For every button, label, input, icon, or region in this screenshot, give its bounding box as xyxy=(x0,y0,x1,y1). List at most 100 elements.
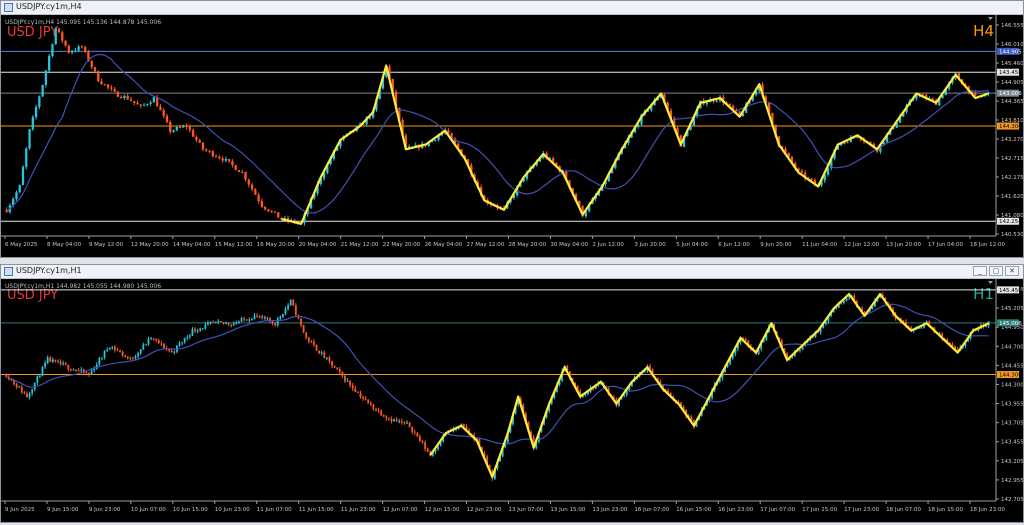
candle-body xyxy=(273,211,277,213)
candle-body xyxy=(241,172,244,174)
restore-button[interactable]: ▢ xyxy=(989,266,1003,276)
candle-body xyxy=(178,127,182,129)
candle-body xyxy=(305,332,308,338)
candle-body xyxy=(289,299,292,306)
candle-body xyxy=(67,364,70,370)
time-tick-label: 9 Jun 20:00 xyxy=(760,242,792,248)
candle-body xyxy=(101,357,103,359)
candle-body xyxy=(132,358,134,360)
candle-body xyxy=(318,350,321,354)
window-title-h4: USDJPY.cy1m,H4 xyxy=(16,2,82,11)
candle-body xyxy=(920,327,923,329)
time-tick-label: 17 Jun 15:00 xyxy=(802,507,837,513)
candle-body xyxy=(192,130,195,137)
candle-body xyxy=(67,45,70,53)
candle-body xyxy=(54,359,57,361)
time-tick-label: 26 May 04:00 xyxy=(425,242,463,248)
candle-body xyxy=(349,380,352,386)
candle-body xyxy=(198,140,201,143)
candle-body xyxy=(126,356,129,359)
time-tick-label: 12 Jun 07:00 xyxy=(383,507,418,513)
candle-body xyxy=(165,115,169,123)
price-level-tag-label: 144.905 xyxy=(999,49,1022,55)
candle-body xyxy=(985,325,988,327)
price-tick-label: 144.700 xyxy=(1001,344,1023,350)
candle-body xyxy=(846,142,849,144)
candle-body xyxy=(217,320,220,322)
time-tick-label: 11 Jun 15:00 xyxy=(299,507,334,513)
chart-window-h4[interactable]: USDJPY.cy1m,H4 USDJPY.cy1m,H4 145.095 14… xyxy=(0,0,1024,258)
candle-body xyxy=(344,375,346,382)
candle-body xyxy=(199,328,202,331)
minimize-button[interactable]: _ xyxy=(973,266,987,276)
candle-body xyxy=(111,346,114,348)
candle-body xyxy=(85,372,88,374)
candle-body xyxy=(21,166,25,186)
candle-body xyxy=(393,419,395,422)
candle-body xyxy=(240,318,243,322)
candle-body xyxy=(134,356,137,359)
candle-body xyxy=(341,371,344,376)
time-tick-label: 16 May 20:00 xyxy=(257,242,295,248)
candle-body xyxy=(80,369,83,371)
candle-body xyxy=(142,344,145,350)
candle-body xyxy=(424,442,427,449)
candle-body xyxy=(462,423,465,427)
candle-body xyxy=(51,44,54,56)
price-level-tag-label: 142.254 xyxy=(999,219,1022,225)
candle-body xyxy=(93,67,97,72)
candle-body xyxy=(302,324,305,333)
price-chart-h1[interactable]: USDJPY.cy1m,H1 144.982 145.055 144.980 1… xyxy=(1,279,1023,524)
candle-body xyxy=(315,344,318,351)
candle-body xyxy=(300,318,302,325)
time-tick-label: 9 Jun 15:00 xyxy=(47,507,79,513)
candle-body xyxy=(188,126,192,131)
candle-body xyxy=(230,324,233,326)
candle-body xyxy=(338,369,341,372)
candle-body xyxy=(18,386,21,388)
chart-window-h1[interactable]: USDJPY.cy1m,H1 _ ▢ ✕ USDJPY.cy1m,H1 144.… xyxy=(0,264,1024,523)
candle-body xyxy=(279,316,282,319)
candle-body xyxy=(204,324,207,329)
candle-body xyxy=(61,32,64,41)
time-tick-label: 18 Jun 12:00 xyxy=(970,242,1005,248)
candle-body xyxy=(196,330,199,332)
timeframe-label: H1 xyxy=(973,285,994,303)
candle-body xyxy=(231,161,234,166)
candle-body xyxy=(97,71,100,82)
candle-body xyxy=(248,319,251,321)
candle-body xyxy=(70,369,72,371)
price-tick-label: 144.365 xyxy=(1001,99,1023,105)
candle-body xyxy=(129,99,133,102)
time-tick-label: 20 May 04:00 xyxy=(299,242,337,248)
candle-body xyxy=(328,357,331,362)
moving-average-line xyxy=(6,53,989,214)
candle-body xyxy=(267,209,270,212)
candle-body xyxy=(120,96,123,99)
price-tick-label: 146.555 xyxy=(1001,23,1023,29)
candle-body xyxy=(263,316,266,319)
zigzag-line xyxy=(429,292,990,479)
candle-body xyxy=(137,353,140,357)
candle-body xyxy=(149,102,152,105)
candle-body xyxy=(245,319,248,321)
candle-body xyxy=(185,125,188,127)
candle-body xyxy=(186,336,189,339)
candle-body xyxy=(103,84,106,86)
candle-body xyxy=(57,28,61,33)
window-titlebar-h1[interactable]: USDJPY.cy1m,H1 _ ▢ ✕ xyxy=(1,265,1023,279)
window-titlebar-h4[interactable]: USDJPY.cy1m,H4 xyxy=(1,1,1023,15)
candle-body xyxy=(276,318,279,326)
candle-body xyxy=(5,374,8,377)
candle-body xyxy=(64,363,67,365)
candle-body xyxy=(282,314,284,317)
chart-window-icon xyxy=(4,267,13,276)
price-chart-h4[interactable]: USDJPY.cy1m,H4 145.095 145.136 144.878 1… xyxy=(1,15,1023,259)
zigzag-line xyxy=(281,64,989,225)
candle-body xyxy=(310,341,313,343)
candle-body xyxy=(224,159,228,161)
time-tick-label: 12 Jun 12:00 xyxy=(844,242,879,248)
candle-body xyxy=(194,329,196,332)
candle-body xyxy=(18,185,21,193)
close-button[interactable]: ✕ xyxy=(1005,266,1019,276)
